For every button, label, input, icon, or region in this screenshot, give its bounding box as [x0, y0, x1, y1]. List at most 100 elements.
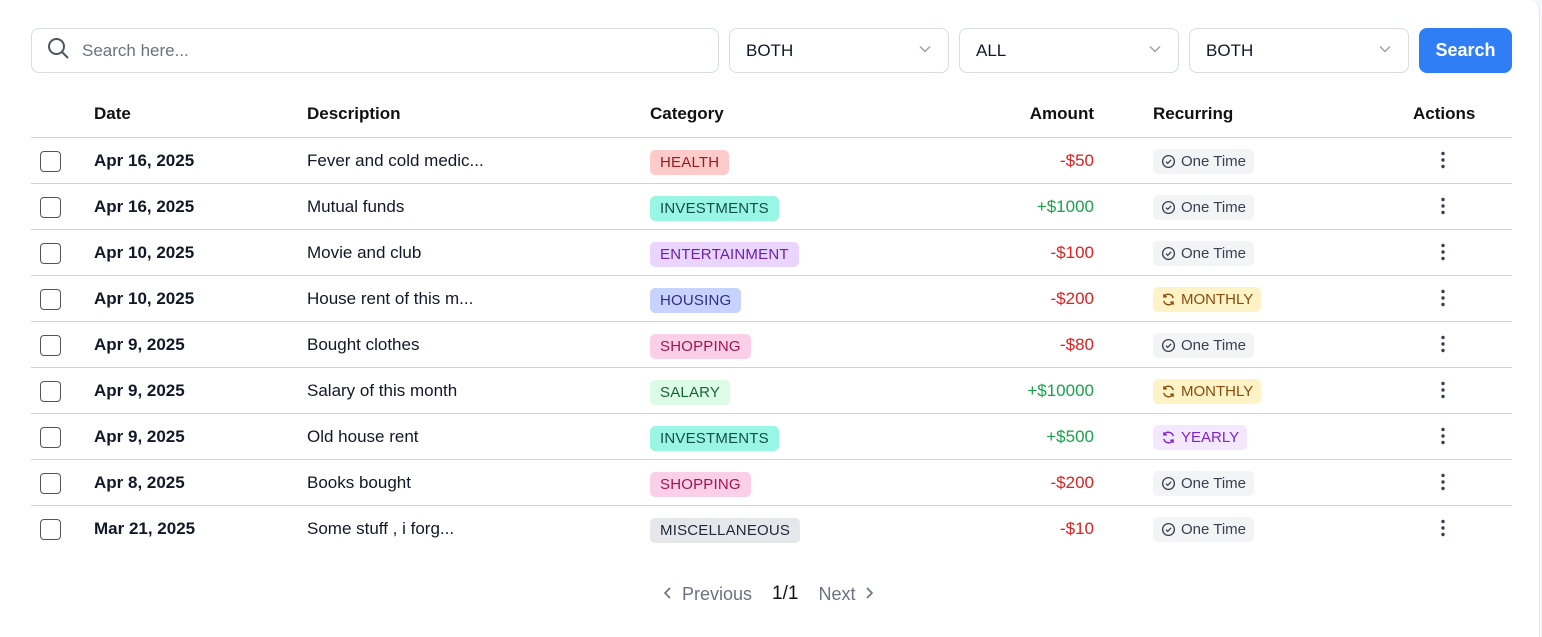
more-actions-icon[interactable] [1436, 150, 1450, 170]
row-amount: -$200 [1050, 473, 1094, 492]
recurring-label: One Time [1181, 153, 1247, 170]
recurring-badge: YEARLY [1153, 425, 1248, 450]
row-amount: -$200 [1050, 289, 1094, 308]
row-checkbox[interactable] [40, 151, 61, 172]
row-description: House rent of this m... [307, 289, 474, 308]
row-description: Fever and cold medic... [307, 151, 484, 170]
previous-button[interactable]: Previous [662, 584, 752, 605]
check-circle-icon [1161, 200, 1176, 215]
type-filter-select[interactable]: BOTH [729, 28, 949, 73]
row-checkbox[interactable] [40, 381, 61, 402]
filter-bar: BOTH ALL BOTH Search [31, 28, 1512, 73]
row-checkbox[interactable] [40, 473, 61, 494]
check-circle-icon [1161, 246, 1176, 261]
page-indicator: 1/1 [772, 583, 799, 604]
table-row: Apr 16, 2025 Fever and cold medic... HEALT… [31, 138, 1512, 184]
search-input[interactable] [82, 40, 682, 61]
chevron-down-icon [1378, 41, 1392, 61]
row-checkbox[interactable] [40, 427, 61, 448]
category-filter-value: ALL [976, 40, 1007, 60]
row-amount: +$1000 [1036, 197, 1094, 216]
recurring-badge: MONTHLY [1153, 287, 1262, 312]
table-row: Mar 21, 2025 Some stuff , i forg... MISCEL… [31, 506, 1512, 552]
header-actions: Actions [1413, 104, 1476, 123]
header-category[interactable]: Category [650, 104, 724, 124]
row-date: Apr 16, 2025 [94, 197, 195, 216]
recurring-badge: One Time [1153, 333, 1255, 358]
recurring-badge: One Time [1153, 149, 1255, 174]
row-checkbox[interactable] [40, 289, 61, 310]
row-description: Books bought [307, 473, 411, 492]
recurring-label: YEARLY [1181, 429, 1240, 446]
recurring-label: MONTHLY [1181, 383, 1254, 400]
row-date: Apr 16, 2025 [94, 151, 195, 170]
header-amount[interactable]: Amount [1030, 104, 1094, 124]
category-badge: INVESTMENTS [650, 196, 779, 221]
search-box[interactable] [31, 28, 719, 73]
row-date: Apr 8, 2025 [94, 473, 185, 492]
header-recurring[interactable]: Recurring [1153, 104, 1233, 124]
recurring-badge: MONTHLY [1153, 379, 1262, 404]
row-date: Apr 9, 2025 [94, 335, 185, 354]
recurring-label: One Time [1181, 245, 1247, 262]
chevron-down-icon [1148, 41, 1162, 61]
table-row: Apr 10, 2025 Movie and club ENTERTAINMENT -… [31, 230, 1512, 276]
search-button[interactable]: Search [1419, 28, 1512, 73]
repeat-icon [1161, 292, 1176, 307]
recurring-label: One Time [1181, 337, 1247, 354]
row-date: Apr 10, 2025 [94, 243, 195, 262]
category-badge: HOUSING [650, 288, 742, 313]
pagination: Previous 1/1 Next [662, 583, 875, 605]
transactions-card: BOTH ALL BOTH Search Date Description Ca… [0, 0, 1540, 637]
recurring-filter-select[interactable]: BOTH [1189, 28, 1409, 73]
table-row: Apr 9, 2025 Salary of this month SALARY +$1… [31, 368, 1512, 414]
row-amount: -$10 [1059, 519, 1094, 538]
type-filter-value: BOTH [746, 40, 794, 60]
row-checkbox[interactable] [40, 197, 61, 218]
category-badge: INVESTMENTS [650, 426, 779, 451]
recurring-badge: One Time [1153, 195, 1255, 220]
recurring-label: One Time [1181, 475, 1247, 492]
recurring-label: One Time [1181, 199, 1247, 216]
category-badge: HEALTH [650, 150, 730, 175]
chevron-down-icon [918, 41, 932, 61]
row-description: Old house rent [307, 427, 419, 446]
more-actions-icon[interactable] [1436, 242, 1450, 262]
row-checkbox[interactable] [40, 335, 61, 356]
recurring-badge: One Time [1153, 471, 1255, 496]
next-label: Next [818, 583, 856, 604]
row-date: Apr 9, 2025 [94, 381, 185, 400]
next-button[interactable]: Next [818, 584, 875, 605]
check-circle-icon [1161, 154, 1176, 169]
category-filter-select[interactable]: ALL [959, 28, 1179, 73]
row-checkbox[interactable] [40, 519, 61, 540]
category-badge: SHOPPING [650, 334, 751, 359]
chevron-right-icon [863, 584, 875, 605]
row-description: Movie and club [307, 243, 422, 262]
category-badge: SHOPPING [650, 472, 751, 497]
row-amount: -$100 [1050, 243, 1094, 262]
check-circle-icon [1161, 338, 1176, 353]
more-actions-icon[interactable] [1436, 472, 1450, 492]
previous-label: Previous [682, 583, 753, 604]
row-description: Some stuff , i forg... [307, 519, 455, 538]
more-actions-icon[interactable] [1436, 380, 1450, 400]
header-date[interactable]: Date [94, 104, 131, 124]
transactions-table: Date Description Category Amount Recurri… [31, 90, 1512, 552]
more-actions-icon[interactable] [1436, 288, 1450, 308]
header-description[interactable]: Description [307, 104, 401, 124]
check-circle-icon [1161, 522, 1176, 537]
recurring-filter-value: BOTH [1206, 40, 1254, 60]
more-actions-icon[interactable] [1436, 334, 1450, 354]
more-actions-icon[interactable] [1436, 196, 1450, 216]
more-actions-icon[interactable] [1436, 518, 1450, 538]
table-header: Date Description Category Amount Recurri… [31, 90, 1512, 138]
row-amount: -$80 [1059, 335, 1094, 354]
row-checkbox[interactable] [40, 243, 61, 264]
recurring-label: One Time [1181, 521, 1247, 538]
row-description: Salary of this month [307, 381, 458, 400]
category-badge: SALARY [650, 380, 731, 405]
more-actions-icon[interactable] [1436, 426, 1450, 446]
table-row: Apr 16, 2025 Mutual funds INVESTMENTS +$100… [31, 184, 1512, 230]
category-badge: MISCELLANEOUS [650, 518, 801, 543]
